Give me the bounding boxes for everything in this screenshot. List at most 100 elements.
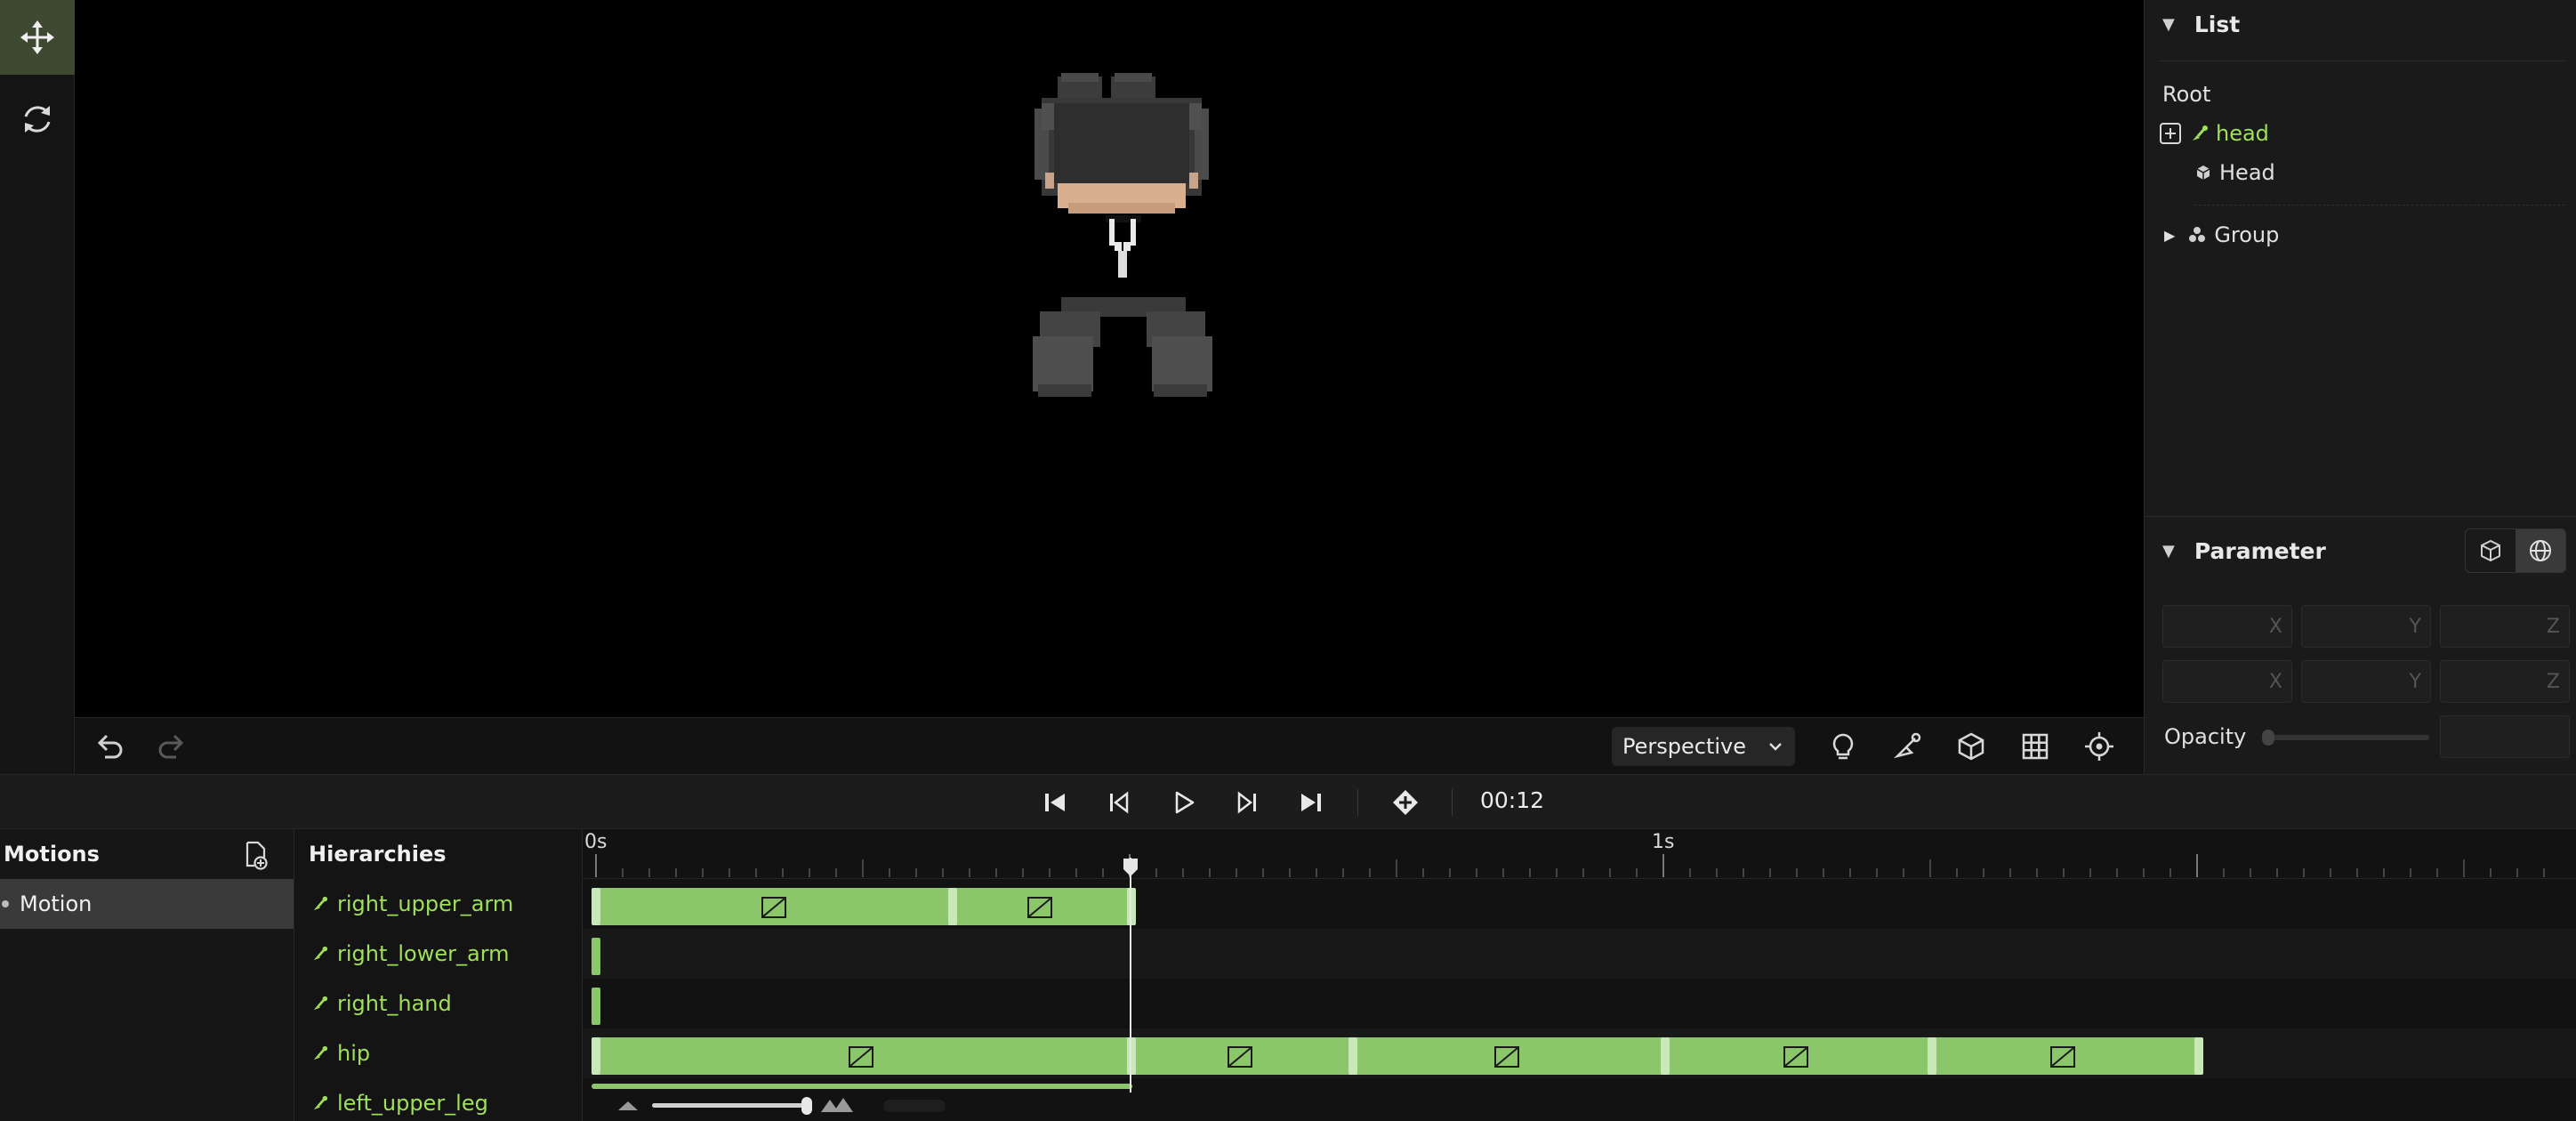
skip-to-start-button[interactable] [1037, 785, 1073, 820]
local-space-button[interactable] [2466, 529, 2516, 572]
rotate-tool-button[interactable] [0, 82, 75, 157]
world-space-button[interactable] [2516, 529, 2565, 572]
axis-label: X [2268, 615, 2282, 638]
opacity-field[interactable] [2440, 715, 2570, 758]
keyframe-handle[interactable] [1127, 888, 1136, 925]
camera-mode-select[interactable]: Perspective [1612, 727, 1795, 766]
ruler-tick [702, 868, 704, 877]
bone-label: right_lower_arm [337, 941, 510, 966]
ruler-tick [1262, 868, 1264, 877]
zoom-slider-thumb[interactable] [801, 1097, 812, 1115]
position-z-field[interactable]: Z [2440, 605, 2570, 648]
timeline-panel[interactable]: 0s 1s [583, 829, 2576, 1121]
hierarchy-row-right-upper-arm[interactable]: right_upper_arm [294, 879, 583, 929]
ruler-tick [1689, 868, 1691, 877]
motion-list-item[interactable]: Motion [0, 879, 294, 929]
list-panel-header[interactable]: ▼ List [2145, 0, 2576, 48]
ruler-tick [1823, 868, 1824, 877]
time-ruler[interactable]: 0s 1s [583, 829, 2576, 879]
expand-triangle-icon[interactable]: ▶ [2164, 227, 2175, 244]
bone-icon [313, 1095, 328, 1110]
undo-button[interactable] [91, 729, 126, 764]
add-motion-button[interactable] [240, 840, 270, 870]
zoom-slider[interactable] [652, 1097, 812, 1115]
ruler-tick [1716, 868, 1718, 877]
space-toggle [2465, 528, 2566, 573]
rotation-z-field[interactable]: Z [2440, 660, 2570, 703]
playhead-handle-icon[interactable] [1123, 858, 1139, 877]
keyframe-handle[interactable] [592, 1037, 600, 1075]
hierarchy-row-right-lower-arm[interactable]: right_lower_arm [294, 929, 583, 979]
expand-plus-icon[interactable] [2159, 122, 2182, 145]
keyframe-segment[interactable] [592, 1037, 2203, 1075]
playhead[interactable] [1130, 858, 1131, 1093]
keyframe-handle[interactable] [2194, 1037, 2203, 1075]
ruler-tick [595, 854, 597, 877]
chevron-down-icon [1769, 743, 1782, 751]
play-button[interactable] [1165, 785, 1201, 820]
bone-icon [313, 996, 328, 1011]
position-x-field[interactable]: X [2162, 605, 2292, 648]
keyframe-handle[interactable] [592, 938, 600, 975]
ruler-tick [1449, 868, 1451, 877]
rotation-y-field[interactable]: Y [2301, 660, 2431, 703]
track-right-hand[interactable] [583, 979, 2576, 1028]
keyframe-handle[interactable] [592, 988, 600, 1025]
ruler-tick [995, 868, 997, 877]
rotation-x-field[interactable]: X [2162, 660, 2292, 703]
horizontal-scrollbar[interactable] [883, 1100, 946, 1112]
track-right-upper-arm[interactable] [583, 879, 2576, 929]
step-back-button[interactable] [1101, 785, 1137, 820]
ruler-tick [1529, 868, 1531, 877]
hierarchy-row-left-upper-leg[interactable]: left_upper_leg [294, 1078, 583, 1121]
ruler-tick [2196, 854, 2198, 877]
ruler-tick [1369, 868, 1371, 877]
keyframe-handle[interactable] [1127, 1037, 1136, 1075]
tree-item-head-mesh[interactable]: Head [2194, 160, 2275, 185]
opacity-slider[interactable] [2262, 730, 2429, 746]
track-hip[interactable] [583, 1028, 2576, 1078]
focus-button[interactable] [2081, 729, 2117, 764]
ruler-tick [1876, 868, 1878, 877]
hierarchy-row-hip[interactable]: hip [294, 1028, 583, 1078]
tree-item-group[interactable]: ▶ Group [2164, 222, 2279, 247]
cube-icon [2481, 539, 2500, 562]
grid-toggle-button[interactable] [2017, 729, 2053, 764]
step-forward-button[interactable] [1229, 785, 1265, 820]
bone-pen-icon [1893, 732, 1921, 759]
lighting-button[interactable] [1825, 729, 1861, 764]
ruler-tick [1155, 868, 1157, 877]
keyframe-handle[interactable] [1661, 1037, 1670, 1075]
bone-tool-button[interactable] [1889, 729, 1925, 764]
mesh-view-button[interactable] [1953, 729, 1989, 764]
ruler-tick [1022, 868, 1024, 877]
ruler-tick [1502, 868, 1504, 877]
bone-icon [313, 1045, 328, 1061]
position-y-field[interactable]: Y [2301, 605, 2431, 648]
skip-to-end-button[interactable] [1293, 785, 1329, 820]
tree-item-head[interactable]: head [2159, 121, 2269, 146]
keyframe-handle[interactable] [948, 888, 957, 925]
bone-label: left_upper_leg [337, 1091, 488, 1116]
tree-item-mesh-label: Head [2219, 160, 2275, 185]
hierarchy-row-right-hand[interactable]: right_hand [294, 979, 583, 1028]
ruler-tick [2383, 868, 2385, 877]
motions-title: Motions [4, 842, 100, 867]
track-right-lower-arm[interactable] [583, 929, 2576, 979]
add-keyframe-button[interactable] [1388, 785, 1423, 820]
keyframe-handle[interactable] [1348, 1037, 1357, 1075]
keyframe-handle[interactable] [1928, 1037, 1936, 1075]
tree-root[interactable]: Root [2162, 82, 2210, 107]
keyframe-handle[interactable] [592, 888, 600, 925]
selected-dot-icon [2, 900, 9, 907]
ruler-tick [862, 859, 864, 877]
3d-viewport[interactable] [75, 0, 2144, 717]
opacity-slider-thumb[interactable] [2262, 730, 2274, 746]
ruler-tick [2063, 868, 2065, 877]
move-tool-button[interactable] [0, 0, 75, 75]
redo-button[interactable] [155, 729, 190, 764]
ruler-tick [2490, 868, 2491, 877]
zoom-in-icon[interactable] [819, 1096, 855, 1114]
divider [2194, 205, 2564, 206]
zoom-out-icon[interactable] [616, 1100, 640, 1112]
